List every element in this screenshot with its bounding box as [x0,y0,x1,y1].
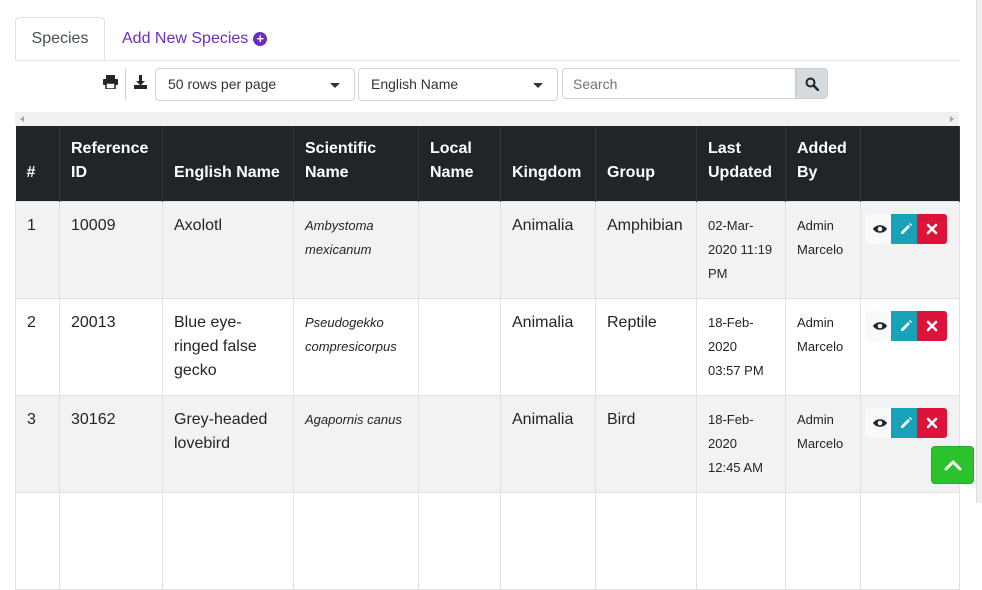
pencil-icon [901,416,912,428]
cell-last-updated: 02-Mar-2020 11:19 PM [696,200,786,299]
pencil-icon [901,222,912,234]
cell-local-name [418,394,501,493]
header-scientific-name[interactable]: Scientific Name [293,126,419,201]
delete-button[interactable] [917,407,947,438]
cell-english-name: Grey-headed lovebird [162,394,294,493]
cell-actions [860,200,960,299]
cell-actions [860,297,960,396]
cell-local-name [418,200,501,299]
search-button[interactable] [796,68,828,99]
rows-per-page-value: 50 rows per page [168,76,277,92]
scroll-right-icon[interactable] [950,116,954,122]
cell-scientific-name: Pseudogekko compresicorpus [293,297,419,396]
cell-number: 1 [15,200,60,299]
cell-number: 2 [15,297,60,396]
table-row: 1 10009 Axolotl Ambystoma mexicanum Anim… [15,200,960,299]
chevron-down-icon [533,83,543,88]
cell-added-by: Admin Marcelo [785,200,861,299]
x-icon [926,320,938,331]
cell-reference-id: 10009 [59,200,163,299]
cell-actions [860,491,960,590]
cell-scientific-name: Agapornis canus [293,394,419,493]
chevron-up-icon [944,460,961,471]
pencil-icon [901,319,912,331]
cell-group: Reptile [595,297,697,396]
cell-kingdom [500,491,596,590]
table-row: 3 30162 Grey-headed lovebird Agapornis c… [15,394,960,493]
page-edge [976,0,982,503]
cell-added-by: Admin Marcelo [785,297,861,396]
eye-icon [873,418,887,427]
table-row [15,491,960,590]
scroll-left-icon[interactable] [20,116,24,122]
cell-kingdom: Animalia [500,394,596,493]
cell-number: 3 [15,394,60,493]
tab-species[interactable]: Species [15,17,105,60]
cell-added-by: Admin Marcelo [785,394,861,493]
horizontal-scrollbar[interactable] [15,112,959,126]
search-column-select[interactable]: English Name [358,68,558,101]
x-icon [926,223,938,234]
table-header-row: # Reference ID English Name Scientific N… [15,126,960,201]
print-icon[interactable] [103,75,119,93]
header-group[interactable]: Group [595,126,697,201]
chevron-down-icon [330,83,340,88]
species-table: # Reference ID English Name Scientific N… [15,126,960,590]
header-added-by[interactable]: Added By [785,126,861,201]
cell-english-name: Blue eye-ringed false gecko [162,297,294,396]
toolbar-divider [125,69,126,100]
cell-number [15,491,60,590]
rows-per-page-select[interactable]: 50 rows per page [155,68,355,101]
plus-circle-icon: + [253,31,268,46]
cell-reference-id: 30162 [59,394,163,493]
cell-english-name [162,491,294,590]
cell-local-name [418,297,501,396]
tab-add-new-species-label: Add New Species [122,29,249,47]
cell-reference-id: 20013 [59,297,163,396]
header-local-name[interactable]: Local Name [418,126,501,201]
search-input[interactable] [562,68,796,99]
cell-last-updated [696,491,786,590]
header-last-updated[interactable]: Last Updated [696,126,786,201]
header-kingdom[interactable]: Kingdom [500,126,596,201]
download-icon[interactable] [134,75,150,93]
search-icon [805,77,819,91]
header-english-name[interactable]: English Name [162,126,294,201]
species-tabs: Species Add New Species + [15,17,960,61]
cell-reference-id [59,491,163,590]
tab-add-new-species[interactable]: Add New Species + [122,17,268,60]
cell-scientific-name [293,491,419,590]
cell-kingdom: Animalia [500,200,596,299]
table-row: 2 20013 Blue eye-ringed false gecko Pseu… [15,297,960,396]
cell-last-updated: 18-Feb-2020 03:57 PM [696,297,786,396]
cell-local-name [418,491,501,590]
cell-group: Bird [595,394,697,493]
cell-group [595,491,697,590]
cell-added-by [785,491,861,590]
x-icon [926,417,938,428]
search-column-value: English Name [371,76,459,92]
cell-last-updated: 18-Feb-2020 12:45 AM [696,394,786,493]
cell-english-name: Axolotl [162,200,294,299]
header-reference-id[interactable]: Reference ID [59,126,163,201]
delete-button[interactable] [917,213,947,244]
cell-group: Amphibian [595,200,697,299]
eye-icon [873,321,887,330]
cell-scientific-name: Ambystoma mexicanum [293,200,419,299]
back-to-top-button[interactable] [931,446,974,484]
header-actions [860,126,960,201]
eye-icon [873,224,887,233]
delete-button[interactable] [917,310,947,341]
header-number[interactable]: # [15,126,60,201]
cell-kingdom: Animalia [500,297,596,396]
